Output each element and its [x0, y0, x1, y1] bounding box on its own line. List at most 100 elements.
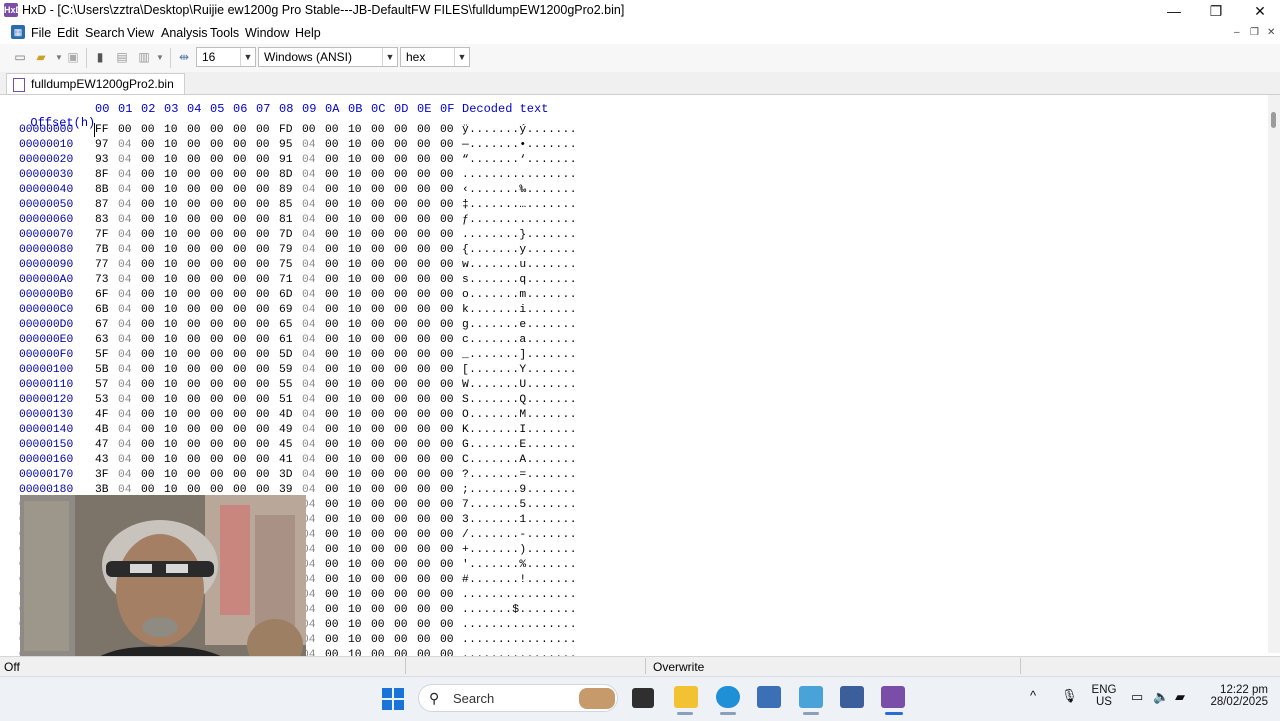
hex-byte-cell[interactable]: 00 [210, 138, 226, 153]
hex-byte-cell[interactable]: 10 [348, 348, 364, 363]
hex-byte-cell[interactable]: 00 [325, 168, 341, 183]
hex-byte-cell[interactable]: 04 [118, 393, 134, 408]
decoded-text[interactable]: W.......U....... [462, 378, 577, 393]
hex-byte-cell[interactable]: 00 [233, 423, 249, 438]
hex-byte-cell[interactable]: 00 [440, 303, 456, 318]
hex-byte-cell[interactable]: 10 [164, 423, 180, 438]
hex-byte-cell[interactable]: 00 [440, 363, 456, 378]
hex-byte-cell[interactable]: 00 [141, 228, 157, 243]
hex-byte-cell[interactable]: 43 [95, 453, 111, 468]
hex-byte-cell[interactable]: 10 [164, 213, 180, 228]
hex-byte-cell[interactable]: 00 [417, 318, 433, 333]
hex-byte-cell[interactable]: 00 [256, 273, 272, 288]
hex-byte-cell[interactable]: 00 [233, 228, 249, 243]
hex-byte-cell[interactable]: 00 [141, 393, 157, 408]
hex-byte-cell[interactable]: 04 [302, 168, 318, 183]
decoded-text[interactable]: G.......E....... [462, 438, 577, 453]
hex-byte-cell[interactable]: 00 [371, 333, 387, 348]
hex-byte-cell[interactable]: 00 [256, 288, 272, 303]
hex-byte-cell[interactable]: 65 [279, 318, 295, 333]
hex-byte-cell[interactable]: 81 [279, 213, 295, 228]
hex-byte-cell[interactable]: 00 [256, 183, 272, 198]
hex-byte-cell[interactable]: 04 [118, 318, 134, 333]
decoded-text[interactable]: +.......)....... [462, 543, 577, 558]
decoded-text[interactable]: ;.......9....... [462, 483, 577, 498]
hex-byte-cell[interactable]: 04 [302, 258, 318, 273]
hex-byte-cell[interactable]: 00 [440, 408, 456, 423]
hex-byte-cell[interactable]: 00 [417, 558, 433, 573]
hex-byte-cell[interactable]: 00 [141, 288, 157, 303]
hex-byte-cell[interactable]: 00 [325, 453, 341, 468]
hex-byte-cell[interactable]: 00 [141, 303, 157, 318]
hex-byte-cell[interactable]: 00 [210, 288, 226, 303]
hex-byte-cell[interactable]: 04 [118, 468, 134, 483]
hex-byte-cell[interactable]: 10 [348, 393, 364, 408]
hex-byte-cell[interactable]: 04 [302, 138, 318, 153]
hex-byte-cell[interactable]: 00 [187, 153, 203, 168]
hex-byte-cell[interactable]: 00 [210, 318, 226, 333]
hex-byte-cell[interactable]: 04 [118, 333, 134, 348]
hex-byte-cell[interactable]: 10 [164, 138, 180, 153]
hex-byte-cell[interactable]: 47 [95, 438, 111, 453]
hex-byte-cell[interactable]: 04 [118, 228, 134, 243]
hex-byte-cell[interactable]: 04 [118, 423, 134, 438]
hex-byte-cell[interactable]: 04 [302, 468, 318, 483]
hex-byte-cell[interactable]: 00 [141, 348, 157, 363]
network-icon[interactable]: ▭ [1131, 689, 1143, 705]
hex-byte-cell[interactable]: 00 [325, 558, 341, 573]
hex-byte-cell[interactable]: 00 [233, 183, 249, 198]
hex-byte-cell[interactable]: 00 [371, 213, 387, 228]
hex-byte-cell[interactable]: 00 [371, 243, 387, 258]
hex-byte-cell[interactable]: 00 [394, 573, 410, 588]
decoded-text[interactable]: ................ [462, 588, 577, 603]
hex-byte-cell[interactable]: 00 [233, 378, 249, 393]
hex-byte-cell[interactable]: 00 [417, 138, 433, 153]
hex-byte-cell[interactable]: 00 [394, 153, 410, 168]
hex-byte-cell[interactable]: 00 [233, 273, 249, 288]
hex-byte-cell[interactable]: 00 [233, 348, 249, 363]
hex-byte-cell[interactable]: 00 [440, 138, 456, 153]
hex-byte-cell[interactable]: 10 [348, 183, 364, 198]
hex-byte-cell[interactable]: 10 [348, 153, 364, 168]
hex-byte-cell[interactable]: 00 [394, 438, 410, 453]
hex-byte-cell[interactable]: 00 [187, 438, 203, 453]
hex-byte-cell[interactable]: 3F [95, 468, 111, 483]
menu-window[interactable]: Window [245, 26, 289, 40]
hex-byte-cell[interactable]: 00 [256, 363, 272, 378]
hex-byte-cell[interactable]: 00 [440, 528, 456, 543]
hex-byte-cell[interactable]: 10 [348, 633, 364, 648]
hex-byte-cell[interactable]: 00 [325, 213, 341, 228]
hex-byte-cell[interactable]: 10 [164, 153, 180, 168]
hex-byte-cell[interactable]: 00 [325, 183, 341, 198]
hex-byte-cell[interactable]: 59 [279, 363, 295, 378]
mdi-restore-button[interactable]: ❐ [1250, 27, 1259, 38]
hex-byte-cell[interactable]: 00 [440, 168, 456, 183]
hex-byte-cell[interactable]: 00 [394, 138, 410, 153]
menu-file[interactable]: File [31, 26, 51, 40]
hex-byte-cell[interactable]: 00 [417, 363, 433, 378]
decoded-text[interactable]: _.......]....... [462, 348, 577, 363]
maximize-button[interactable]: ❐ [1194, 0, 1238, 22]
hex-byte-cell[interactable]: 97 [95, 138, 111, 153]
hex-byte-cell[interactable]: 00 [210, 258, 226, 273]
hex-byte-cell[interactable]: 10 [348, 453, 364, 468]
hex-byte-cell[interactable]: 89 [279, 183, 295, 198]
hex-byte-cell[interactable]: 00 [233, 408, 249, 423]
hex-byte-cell[interactable]: 00 [187, 378, 203, 393]
hex-byte-cell[interactable]: 04 [118, 153, 134, 168]
volume-icon[interactable]: 🔈 [1153, 689, 1169, 705]
hex-byte-cell[interactable]: 00 [394, 423, 410, 438]
hex-byte-cell[interactable]: 00 [233, 393, 249, 408]
hex-byte-cell[interactable]: 6D [279, 288, 295, 303]
hex-byte-cell[interactable]: 10 [348, 588, 364, 603]
hex-byte-cell[interactable]: 7B [95, 243, 111, 258]
hex-byte-cell[interactable]: 00 [417, 123, 433, 138]
hex-byte-cell[interactable]: 00 [371, 138, 387, 153]
hex-byte-cell[interactable]: 00 [440, 258, 456, 273]
hex-byte-cell[interactable]: 10 [164, 468, 180, 483]
hex-byte-cell[interactable]: 00 [394, 468, 410, 483]
hex-byte-cell[interactable]: 00 [256, 378, 272, 393]
hex-byte-cell[interactable]: 00 [325, 543, 341, 558]
hex-byte-cell[interactable]: 00 [210, 453, 226, 468]
bytes-per-row-select[interactable]: 16 ▼ [196, 47, 256, 67]
